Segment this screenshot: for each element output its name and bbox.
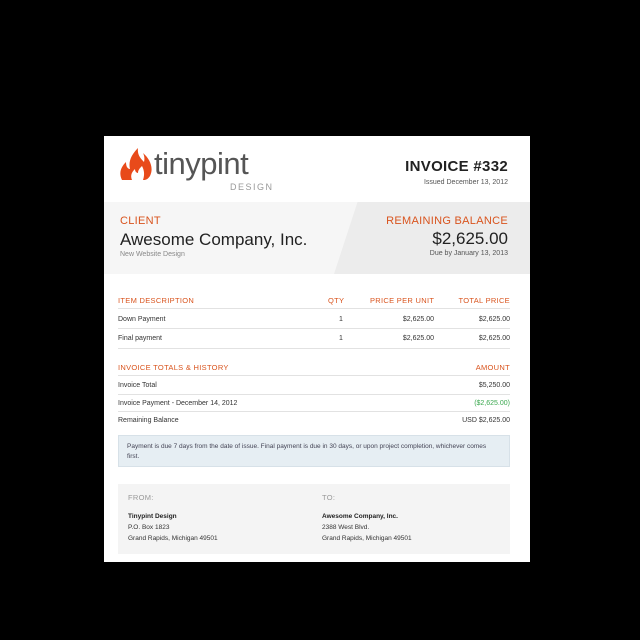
from-address-line2: Grand Rapids, Michigan 49501	[128, 535, 218, 542]
item-total: $2,625.00	[478, 316, 510, 323]
item-description: Down Payment	[118, 316, 166, 323]
divider	[118, 411, 510, 412]
item-qty: 1	[339, 316, 343, 323]
totals-label: Remaining Balance	[118, 417, 179, 424]
remaining-balance-label: REMAINING BALANCE	[386, 215, 508, 227]
col-total-price: TOTAL PRICE	[458, 296, 510, 305]
totals-amount: USD $2,625.00	[462, 417, 510, 424]
item-total: $2,625.00	[478, 335, 510, 342]
totals-history-header: INVOICE TOTALS & HISTORY	[118, 363, 229, 372]
from-address-line1: P.O. Box 1823	[128, 524, 170, 531]
divider	[118, 375, 510, 376]
col-item-description: ITEM DESCRIPTION	[118, 296, 195, 305]
from-name: Tinypint Design	[128, 513, 177, 520]
from-label: FROM:	[128, 493, 154, 502]
divider	[118, 394, 510, 395]
client-name: Awesome Company, Inc.	[120, 230, 308, 249]
flame-icon	[120, 148, 152, 180]
item-description: Final payment	[118, 335, 162, 342]
item-qty: 1	[339, 335, 343, 342]
to-label: TO:	[322, 493, 336, 502]
payment-terms-note: Payment is due 7 days from the date of i…	[118, 435, 510, 467]
item-unit-price: $2,625.00	[402, 316, 434, 323]
col-price-per-unit: PRICE PER UNIT	[370, 296, 435, 305]
to-name: Awesome Company, Inc.	[322, 513, 398, 520]
to-address-line1: 2388 West Blvd.	[322, 524, 370, 531]
divider	[118, 348, 510, 349]
logo-subtitle: DESIGN	[230, 182, 274, 192]
totals-label: Invoice Total	[118, 382, 157, 389]
totals-label: Invoice Payment - December 14, 2012	[118, 400, 238, 407]
invoice-title: INVOICE #332	[405, 158, 508, 175]
amount-header: AMOUNT	[475, 363, 510, 372]
logo-wordmark: tinypint	[154, 146, 249, 181]
to-address-line2: Grand Rapids, Michigan 49501	[322, 535, 412, 542]
invoice-page: tinypint DESIGN INVOICE #332 Issued Dece…	[104, 136, 530, 562]
payment-credit-amount: ($2,625.00)	[474, 400, 510, 407]
address-footer: FROM: Tinypint Design P.O. Box 1823 Gran…	[118, 484, 510, 554]
client-label: CLIENT	[120, 215, 161, 227]
invoice-issued-date: Issued December 13, 2012	[423, 179, 508, 186]
divider	[118, 328, 510, 329]
note-text: Payment is due 7 days from the date of i…	[127, 443, 487, 460]
totals-amount: $5,250.00	[478, 382, 510, 389]
remaining-balance-amount: $2,625.00	[432, 229, 508, 248]
client-project: New Website Design	[120, 251, 185, 258]
company-logo: tinypint DESIGN	[118, 144, 278, 194]
divider	[118, 308, 510, 309]
item-unit-price: $2,625.00	[402, 335, 434, 342]
col-qty: QTY	[328, 296, 345, 305]
balance-due-date: Due by January 13, 2013	[429, 250, 508, 257]
